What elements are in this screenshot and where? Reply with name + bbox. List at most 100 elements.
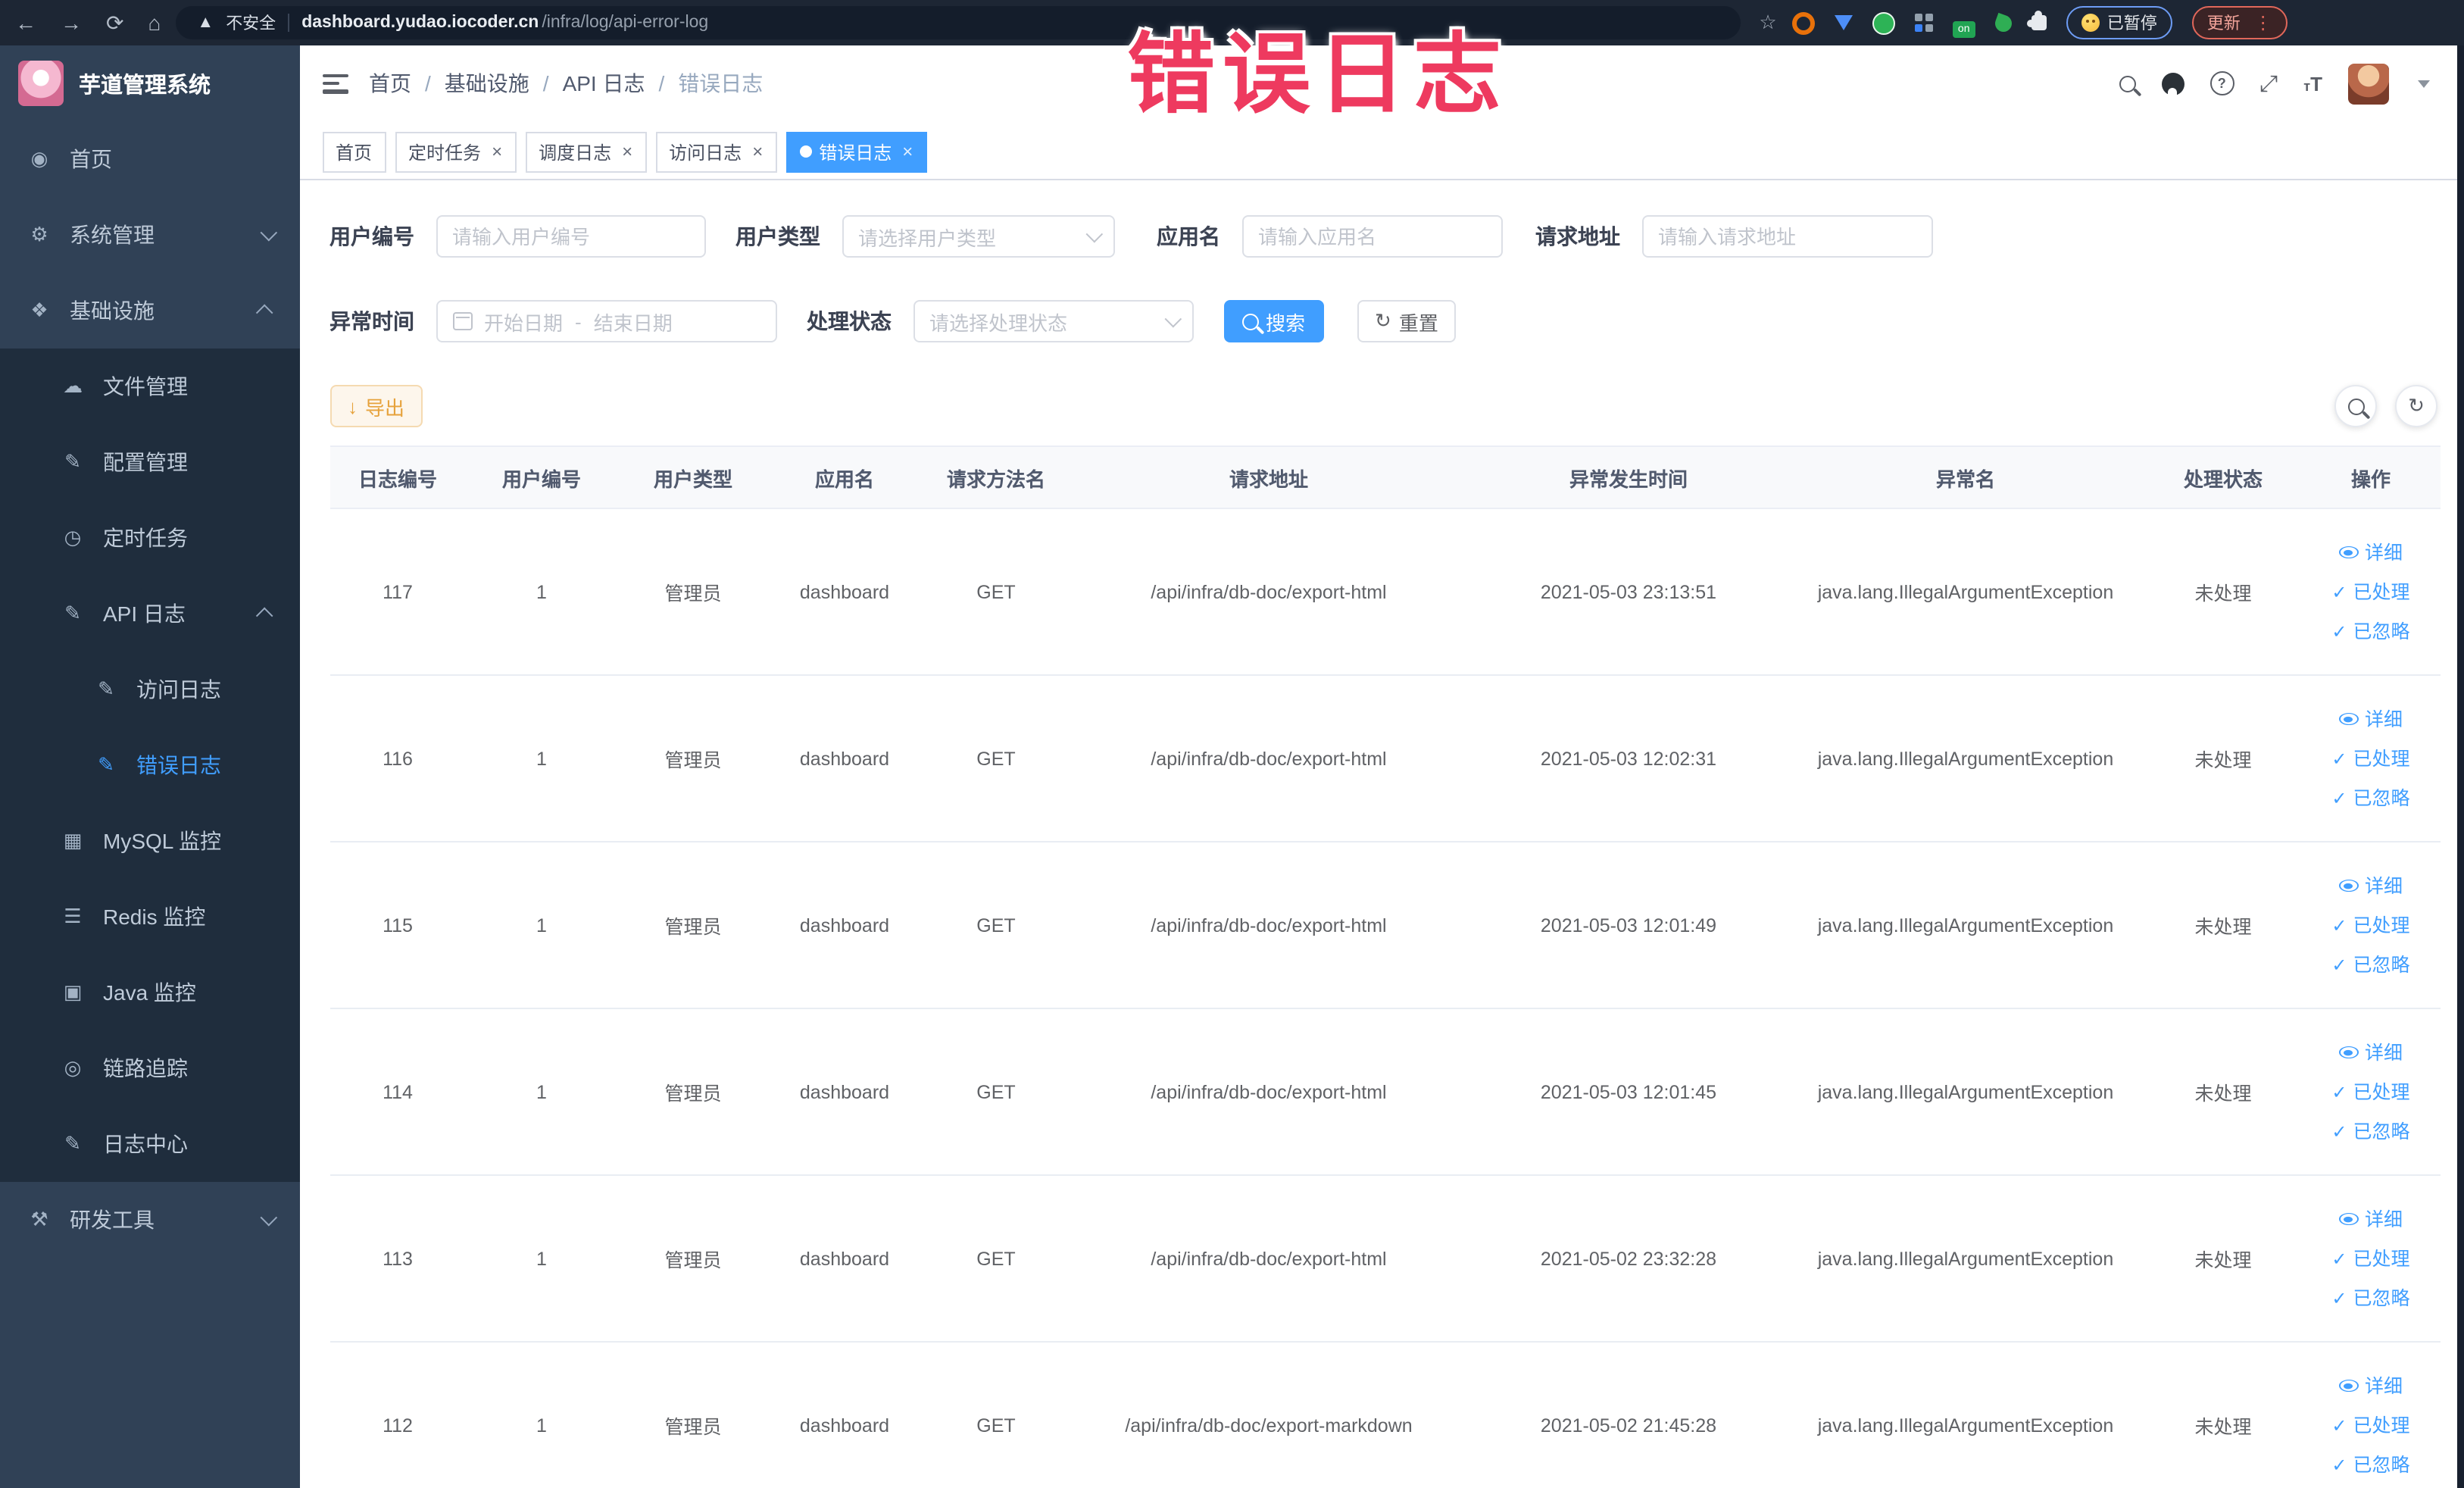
extension-shield-icon[interactable]	[1834, 15, 1853, 30]
check-icon: ✓	[2331, 621, 2347, 642]
cell-status: 未处理	[2194, 583, 2252, 605]
font-size-icon[interactable]: тT	[2303, 72, 2322, 95]
sidebar-item-trace[interactable]: ◎ 链路追踪	[0, 1030, 299, 1106]
cell-method: GET	[976, 1248, 1016, 1269]
reset-button[interactable]: ↻ 重置	[1357, 300, 1457, 342]
cell-status: 未处理	[2194, 1417, 2252, 1438]
extension-green-icon[interactable]	[1872, 11, 1895, 34]
export-button[interactable]: ↓ 导出	[329, 385, 423, 427]
sidebar-item-log-center[interactable]: ✎ 日志中心	[0, 1106, 299, 1182]
sidebar-item-label: 文件管理	[103, 374, 188, 399]
sidebar-item-api-log[interactable]: ✎ API 日志	[0, 576, 299, 652]
check-icon: ✓	[2331, 748, 2347, 769]
cell-status: 未处理	[2194, 917, 2252, 938]
breadcrumb-item[interactable]: 基础设施	[445, 68, 529, 98]
tab-定时任务[interactable]: 定时任务 ×	[395, 131, 517, 172]
action-ignored-link[interactable]: ✓ 已忽略	[2331, 1445, 2409, 1484]
column-header: 用户类型	[653, 467, 732, 490]
extension-on-badge[interactable]: on	[1952, 20, 1975, 37]
browser-update-button[interactable]: 更新 ⋮	[2191, 6, 2288, 39]
close-icon[interactable]: ×	[902, 141, 913, 162]
cell-status: 未处理	[2194, 1250, 2252, 1271]
extension-leaf-icon[interactable]	[1992, 11, 2014, 34]
cell-user-type: 管理员	[664, 1083, 722, 1105]
search-icon[interactable]	[2119, 75, 2136, 92]
action-ignored-link[interactable]: ✓ 已忽略	[2331, 1278, 2409, 1318]
chevron-down-icon[interactable]	[2418, 80, 2430, 87]
extension-orange-icon[interactable]	[1791, 11, 1815, 34]
action-ignored-link[interactable]: ✓ 已忽略	[2331, 611, 2409, 651]
exception-time-range-picker[interactable]: 开始日期 - 结束日期	[436, 300, 776, 342]
sidebar-item-error-log[interactable]: ✎ 错误日志	[0, 727, 299, 803]
help-icon[interactable]: ?	[2209, 71, 2234, 95]
column-header: 异常名	[1935, 467, 1995, 490]
process-status-select[interactable]: 请选择处理状态	[913, 300, 1193, 342]
sidebar-item-java-monitor[interactable]: ▣ Java 监控	[0, 955, 299, 1030]
tab-首页[interactable]: 首页	[322, 131, 386, 172]
app-logo[interactable]: 芋道管理系统	[0, 45, 299, 121]
sidebar-item-config-mgmt[interactable]: ✎ 配置管理	[0, 424, 299, 500]
sidebar-item-system-mgmt[interactable]: ⚙ 系统管理	[0, 197, 299, 273]
action-detail-link[interactable]: 详细	[2338, 1199, 2403, 1239]
action-detail-link[interactable]: 详细	[2338, 866, 2403, 905]
cell-user-id: 1	[536, 748, 547, 769]
tab-访问日志[interactable]: 访问日志 ×	[655, 131, 777, 172]
action-detail-link[interactable]: 详细	[2338, 1366, 2403, 1405]
action-detail-link[interactable]: 详细	[2338, 699, 2403, 739]
request-url-input[interactable]	[1641, 215, 1932, 258]
action-detail-link[interactable]: 详细	[2338, 1033, 2403, 1072]
action-detail-link[interactable]: 详细	[2338, 533, 2403, 572]
cell-url: /api/infra/db-doc/export-html	[1151, 914, 1387, 936]
sidebar-item-access-log[interactable]: ✎ 访问日志	[0, 652, 299, 727]
sidebar-item-dev-tools[interactable]: ⚒ 研发工具	[0, 1182, 299, 1258]
action-ignored-link[interactable]: ✓ 已忽略	[2331, 1111, 2409, 1151]
browser-forward-icon[interactable]: →	[61, 11, 82, 35]
fullscreen-icon[interactable]: ⤢	[2259, 70, 2278, 96]
hamburger-icon[interactable]	[322, 73, 348, 93]
browser-reload-icon[interactable]: ⟳	[106, 10, 123, 36]
sidebar-item-file-mgmt[interactable]: ☁ 文件管理	[0, 349, 299, 424]
warning-icon: ▲	[197, 14, 214, 32]
cell-user-type: 管理员	[664, 1417, 722, 1438]
breadcrumb-item[interactable]: API 日志	[563, 68, 645, 98]
browser-home-icon[interactable]: ⌂	[148, 11, 161, 35]
user-type-select[interactable]: 请选择用户类型	[842, 215, 1114, 258]
sidebar: 芋道管理系统 ◉ 首页 ⚙ 系统管理 ❖ 基础设施 ☁ 文件管理 ✎ 配置管理 ◷ 定时任务 ✎ API …	[0, 45, 299, 1488]
action-processed-link[interactable]: ✓ 已处理	[2331, 1405, 2409, 1445]
close-icon[interactable]: ×	[622, 141, 632, 162]
breadcrumb-item[interactable]: 首页	[369, 68, 411, 98]
action-ignored-link[interactable]: ✓ 已忽略	[2331, 778, 2409, 817]
chevron-down-icon	[1085, 225, 1103, 243]
action-processed-link[interactable]: ✓ 已处理	[2331, 905, 2409, 945]
search-button[interactable]: 搜索	[1223, 300, 1324, 342]
profile-paused-pill[interactable]: 已暂停	[2066, 6, 2172, 39]
close-icon[interactable]: ×	[492, 141, 502, 162]
toggle-search-button[interactable]	[2334, 385, 2377, 427]
sidebar-item-scheduled-jobs[interactable]: ◷ 定时任务	[0, 500, 299, 576]
tab-调度日志[interactable]: 调度日志 ×	[525, 131, 647, 172]
extensions-puzzle-icon[interactable]	[2026, 11, 2047, 30]
action-processed-link[interactable]: ✓ 已处理	[2331, 1072, 2409, 1111]
sidebar-item-home[interactable]: ◉ 首页	[0, 121, 299, 197]
sidebar-item-mysql-monitor[interactable]: ▦ MySQL 监控	[0, 803, 299, 879]
bookmark-star-icon[interactable]: ☆	[1759, 11, 1776, 35]
action-processed-link[interactable]: ✓ 已处理	[2331, 572, 2409, 611]
extension-grid-icon[interactable]	[1914, 13, 1922, 20]
browser-back-icon[interactable]: ←	[15, 11, 36, 35]
cell-user-type: 管理员	[664, 1250, 722, 1271]
action-ignored-link[interactable]: ✓ 已忽略	[2331, 945, 2409, 984]
user-avatar[interactable]	[2348, 63, 2389, 104]
cell-id: 117	[383, 581, 413, 602]
tab-错误日志[interactable]: 错误日志 ×	[785, 131, 927, 172]
app-name-input[interactable]	[1241, 215, 1502, 258]
refresh-table-button[interactable]: ↻	[2395, 385, 2437, 427]
user-id-input[interactable]	[436, 215, 705, 258]
action-processed-link[interactable]: ✓ 已处理	[2331, 739, 2409, 778]
kebab-menu-icon[interactable]: ⋮	[2254, 12, 2272, 33]
action-processed-link[interactable]: ✓ 已处理	[2331, 1239, 2409, 1278]
github-icon[interactable]	[2161, 72, 2184, 95]
cell-actions: 详细 ✓ 已处理 ✓ 已忽略	[2306, 1009, 2435, 1174]
close-icon[interactable]: ×	[752, 141, 763, 162]
sidebar-item-infrastructure[interactable]: ❖ 基础设施	[0, 273, 299, 349]
sidebar-item-redis-monitor[interactable]: ☰ Redis 监控	[0, 879, 299, 955]
